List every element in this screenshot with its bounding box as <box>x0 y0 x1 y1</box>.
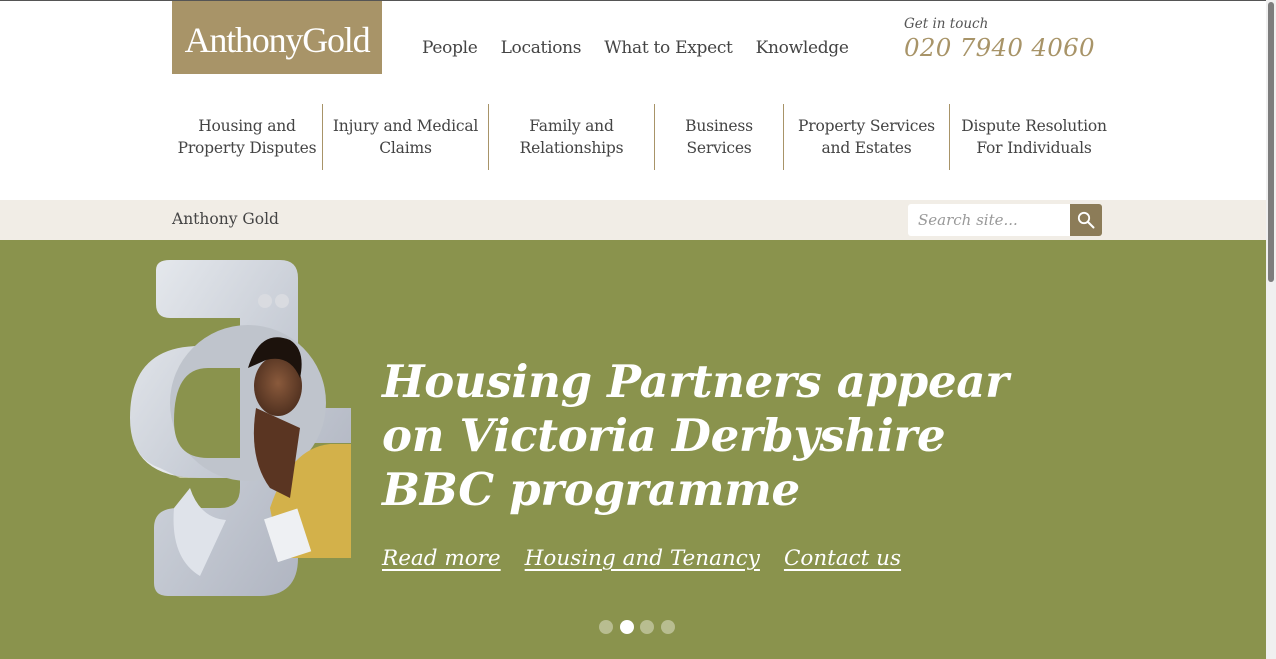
anthony-gold-logo[interactable]: AnthonyGold <box>172 1 382 74</box>
nav-what-to-expect[interactable]: What to Expect <box>604 38 733 58</box>
subnav-property[interactable]: Property Services and Estates <box>784 104 950 170</box>
carousel-dot-1[interactable] <box>599 620 613 634</box>
hero-links: Read more Housing and Tenancy Contact us <box>382 546 925 571</box>
subnav-dispute[interactable]: Dispute Resolution For Individuals <box>950 104 1118 170</box>
contact-block: Get in touch 020 7940 4060 <box>904 16 1095 62</box>
nav-locations[interactable]: Locations <box>501 38 582 58</box>
practice-area-nav: Housing and Property Disputes Injury and… <box>172 104 1118 170</box>
search-input[interactable] <box>908 204 1070 236</box>
nav-people[interactable]: People <box>422 38 478 58</box>
subnav-housing[interactable]: Housing and Property Disputes <box>172 104 323 170</box>
carousel-dot-2[interactable] <box>619 620 634 634</box>
subnav-injury[interactable]: Injury and Medical Claims <box>323 104 489 170</box>
contact-phone[interactable]: 020 7940 4060 <box>904 33 1095 62</box>
carousel-dot-4[interactable] <box>660 620 675 634</box>
scrollbar-thumb[interactable] <box>1268 2 1274 282</box>
housing-tenancy-link[interactable]: Housing and Tenancy <box>525 546 760 571</box>
hero-headline: Housing Partners appear on Victoria Derb… <box>382 355 1009 516</box>
carousel-dots <box>599 620 681 634</box>
breadcrumb[interactable]: Anthony Gold <box>172 210 279 228</box>
nav-knowledge[interactable]: Knowledge <box>756 38 849 58</box>
subnav-business[interactable]: Business Services <box>655 104 784 170</box>
hero-carousel: Housing Partners appear on Victoria Derb… <box>0 240 1266 659</box>
g-mark-photo <box>130 260 351 596</box>
read-more-link[interactable]: Read more <box>382 546 501 571</box>
scrollbar[interactable] <box>1266 0 1276 659</box>
carousel-dot-3[interactable] <box>640 620 654 634</box>
subnav-family[interactable]: Family and Relationships <box>489 104 655 170</box>
contact-us-link[interactable]: Contact us <box>784 546 901 571</box>
site-search <box>908 204 1102 236</box>
breadcrumb-bar: Anthony Gold <box>0 200 1266 240</box>
search-icon <box>1077 211 1095 229</box>
contact-label: Get in touch <box>904 16 989 32</box>
search-button[interactable] <box>1070 204 1102 236</box>
main-nav: People Locations What to Expect Knowledg… <box>422 38 872 58</box>
